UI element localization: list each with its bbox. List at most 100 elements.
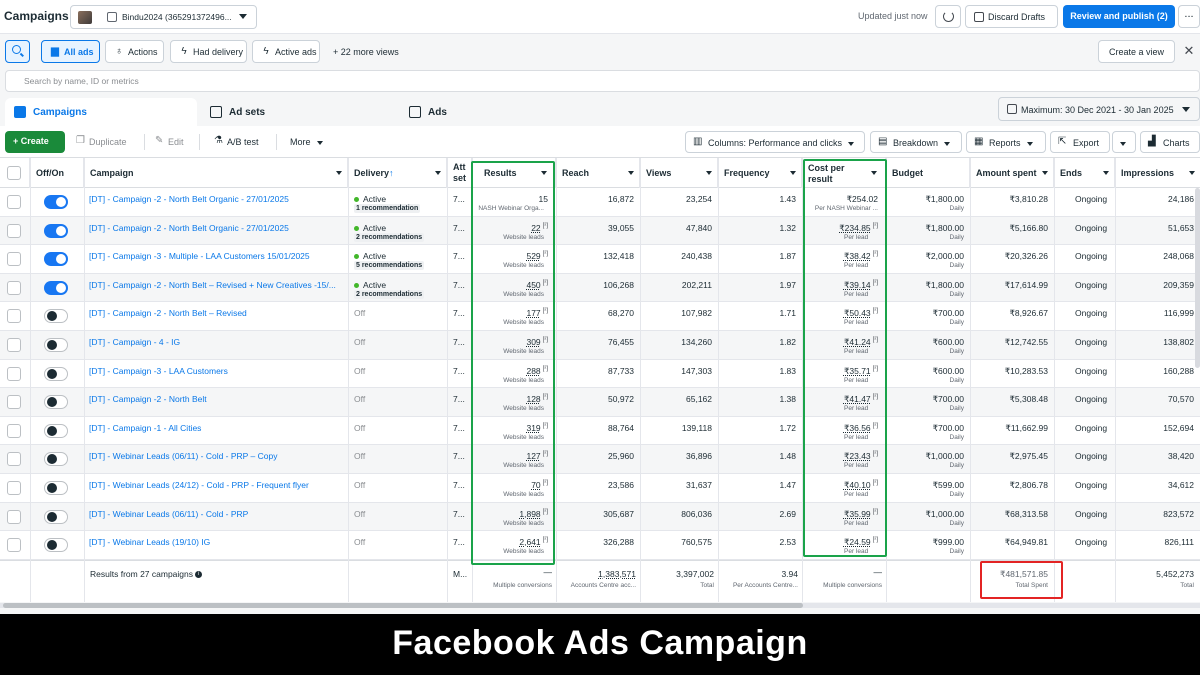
results-value[interactable]: 177 [²] bbox=[526, 308, 548, 318]
results-value[interactable]: 70 [²] bbox=[531, 480, 548, 490]
view-all-ads[interactable]: ▆ All ads bbox=[41, 40, 100, 63]
table-row[interactable]: [DT] - Webinar Leads (24/12) - Cold - PR… bbox=[0, 474, 1200, 503]
row-checkbox[interactable] bbox=[7, 395, 21, 410]
cost-per-result-value[interactable]: ₹234.85 [²] bbox=[839, 223, 878, 234]
results-value[interactable]: 22 [²] bbox=[531, 223, 548, 233]
budget-value[interactable]: ₹2,000.00 bbox=[926, 251, 965, 262]
recommendation-badge[interactable]: 2 recommendations bbox=[354, 289, 425, 299]
column-frequency[interactable]: Frequency bbox=[718, 158, 802, 188]
recommendation-badge[interactable]: 2 recommendations bbox=[354, 232, 425, 242]
select-all-checkbox[interactable] bbox=[7, 166, 21, 180]
recommendation-badge[interactable]: 1 recommendation bbox=[354, 204, 421, 213]
results-value[interactable]: 127 [²] bbox=[526, 451, 548, 461]
account-selector[interactable]: Bindu2024 (365291372496... bbox=[70, 5, 257, 29]
export-button[interactable]: ⇱ Export bbox=[1050, 131, 1110, 153]
campaign-toggle[interactable] bbox=[44, 509, 68, 524]
export-options-button[interactable] bbox=[1112, 131, 1136, 153]
create-button[interactable]: + Create bbox=[5, 131, 65, 153]
vertical-scrollbar[interactable] bbox=[1195, 188, 1200, 368]
campaign-name-link[interactable]: [DT] - Campaign - 4 - IG bbox=[89, 337, 345, 347]
campaign-toggle[interactable] bbox=[44, 280, 68, 295]
charts-button[interactable]: ▟ Charts bbox=[1140, 131, 1200, 153]
campaign-name-link[interactable]: [DT] - Campaign -2 - North Belt – Revise… bbox=[89, 308, 345, 318]
row-checkbox[interactable] bbox=[7, 538, 21, 553]
row-checkbox[interactable] bbox=[7, 252, 21, 267]
results-value[interactable]: 2,641 [²] bbox=[519, 537, 548, 547]
more-views-link[interactable]: + 22 more views bbox=[333, 47, 399, 57]
reports-button[interactable]: ▦ Reports bbox=[966, 131, 1046, 153]
campaign-name-link[interactable]: [DT] - Webinar Leads (24/12) - Cold - PR… bbox=[89, 480, 345, 490]
date-range-picker[interactable]: Maximum: 30 Dec 2021 - 30 Jan 2025 bbox=[998, 97, 1200, 121]
budget-value[interactable]: ₹1,800.00 bbox=[926, 280, 965, 291]
table-row[interactable]: [DT] - Campaign -2 - North Belt Organic … bbox=[0, 216, 1200, 246]
row-checkbox[interactable] bbox=[7, 195, 21, 209]
column-attribution[interactable]: Att set bbox=[447, 158, 472, 188]
budget-value[interactable]: ₹700.00 bbox=[933, 394, 964, 405]
totals-reach[interactable]: 1,383,571 bbox=[598, 569, 636, 579]
cost-per-result-value[interactable]: ₹36.56 [²] bbox=[844, 423, 878, 434]
budget-value[interactable]: ₹600.00 bbox=[933, 337, 964, 348]
budget-value[interactable]: ₹700.00 bbox=[933, 423, 964, 434]
duplicate-button[interactable]: ❐ Duplicate bbox=[73, 131, 127, 153]
column-views[interactable]: Views bbox=[640, 158, 718, 188]
discard-drafts-button[interactable]: Discard Drafts bbox=[965, 5, 1058, 28]
recommendation-badge[interactable]: 5 recommendations bbox=[354, 261, 425, 271]
row-checkbox[interactable] bbox=[7, 366, 21, 381]
budget-value[interactable]: ₹599.00 bbox=[933, 480, 964, 491]
column-reach[interactable]: Reach bbox=[556, 158, 640, 188]
create-view-button[interactable]: Create a view bbox=[1098, 40, 1175, 63]
table-row[interactable]: [DT] - Webinar Leads (19/10) IG Off 7... 2,… bbox=[0, 531, 1200, 560]
results-value[interactable]: 15 bbox=[539, 194, 548, 204]
row-checkbox[interactable] bbox=[7, 309, 21, 324]
table-row[interactable]: [DT] - Campaign - 4 - IG Off 7... 309 [²] Web… bbox=[0, 331, 1200, 360]
results-value[interactable]: 128 [²] bbox=[526, 394, 548, 404]
view-actions[interactable]: ♁ Actions bbox=[105, 40, 164, 63]
campaign-toggle[interactable] bbox=[44, 423, 68, 438]
budget-value[interactable]: ₹700.00 bbox=[933, 308, 964, 319]
budget-value[interactable]: ₹600.00 bbox=[933, 366, 964, 377]
ab-test-button[interactable]: ⚗ A/B test bbox=[211, 131, 259, 153]
campaign-toggle[interactable] bbox=[44, 309, 68, 324]
table-row[interactable]: [DT] - Webinar Leads (06/11) - Cold - PR… bbox=[0, 502, 1200, 532]
table-row[interactable]: [DT] - Campaign -2 - North Belt Organic … bbox=[0, 188, 1200, 217]
column-impressions[interactable]: Impressions bbox=[1115, 158, 1200, 188]
cost-per-result-value[interactable]: ₹41.24 [²] bbox=[844, 337, 878, 348]
row-checkbox[interactable] bbox=[7, 452, 21, 467]
breakdown-button[interactable]: ▤ Breakdown bbox=[870, 131, 962, 153]
cost-per-result-value[interactable]: ₹35.71 [²] bbox=[844, 366, 878, 377]
info-icon[interactable]: i bbox=[195, 571, 202, 579]
campaign-toggle[interactable] bbox=[44, 252, 68, 267]
column-budget[interactable]: Budget bbox=[886, 158, 970, 188]
results-value[interactable]: 529 [²] bbox=[526, 251, 548, 261]
cost-per-result-value[interactable]: ₹254.02 bbox=[847, 194, 878, 205]
table-row[interactable]: [DT] - Campaign -3 - LAA Customers Off 7..… bbox=[0, 360, 1200, 389]
column-amount-spent[interactable]: Amount spent bbox=[970, 158, 1054, 188]
campaign-name-link[interactable]: [DT] - Webinar Leads (06/11) - Cold - PR… bbox=[89, 509, 345, 519]
table-row[interactable]: [DT] - Campaign -3 - Multiple - LAA Cust… bbox=[0, 245, 1200, 274]
campaign-name-link[interactable]: [DT] - Campaign -3 - LAA Customers bbox=[89, 366, 345, 376]
table-row[interactable]: [DT] - Campaign -2 - North Belt – Revise… bbox=[0, 302, 1200, 331]
view-had-delivery[interactable]: ϟ Had delivery bbox=[170, 40, 247, 63]
campaign-toggle[interactable] bbox=[44, 223, 68, 238]
search-input[interactable] bbox=[6, 71, 1199, 91]
campaign-toggle[interactable] bbox=[44, 395, 68, 410]
campaign-toggle[interactable] bbox=[44, 338, 68, 352]
campaign-toggle[interactable] bbox=[44, 195, 68, 209]
budget-value[interactable]: ₹1,800.00 bbox=[926, 223, 965, 234]
results-value[interactable]: 1,898 [²] bbox=[519, 509, 548, 519]
table-row[interactable]: [DT] - Webinar Leads (06/11) - Cold - PR… bbox=[0, 445, 1200, 474]
cost-per-result-value[interactable]: ₹39.14 [²] bbox=[844, 280, 878, 291]
campaign-toggle[interactable] bbox=[44, 481, 68, 495]
budget-value[interactable]: ₹1,800.00 bbox=[926, 194, 965, 205]
table-row[interactable]: [DT] - Campaign -1 - All Cities Off 7... 31… bbox=[0, 417, 1200, 446]
campaign-toggle[interactable] bbox=[44, 366, 68, 381]
tab-ad-sets[interactable]: Ad sets bbox=[201, 98, 394, 126]
cost-per-result-value[interactable]: ₹23.43 [²] bbox=[844, 451, 878, 462]
cost-per-result-value[interactable]: ₹38.42 [²] bbox=[844, 251, 878, 262]
budget-value[interactable]: ₹1,000.00 bbox=[926, 451, 965, 462]
refresh-button[interactable] bbox=[935, 5, 961, 28]
tab-campaigns[interactable]: Campaigns bbox=[5, 98, 197, 126]
horizontal-scrollbar[interactable] bbox=[0, 603, 1200, 608]
column-results[interactable]: Results bbox=[472, 158, 556, 188]
columns-button[interactable]: ▥ Columns: Performance and clicks bbox=[685, 131, 865, 153]
